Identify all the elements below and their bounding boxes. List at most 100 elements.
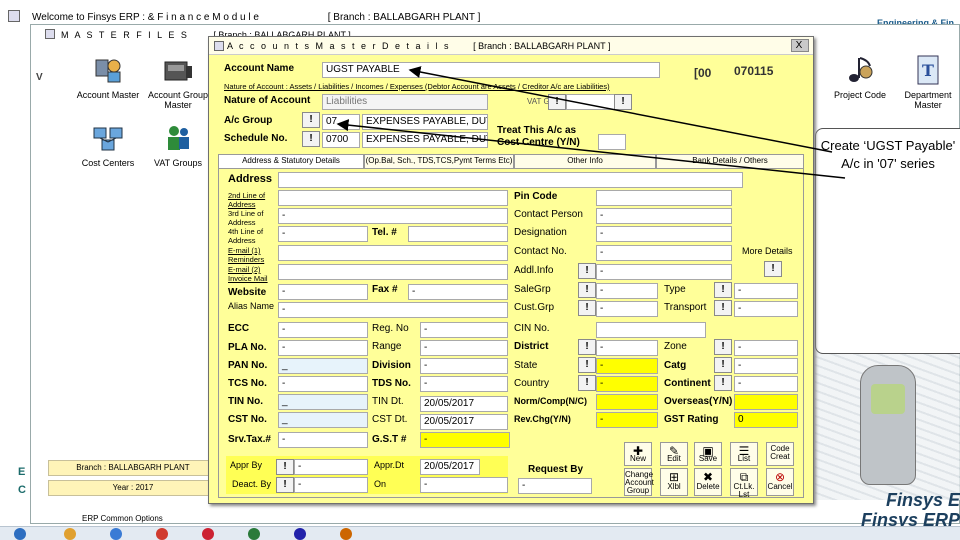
powerpoint-app-icon[interactable] [340,528,352,540]
pla-input[interactable]: - [278,340,368,356]
pin-code-input[interactable] [596,190,732,206]
folder-icon[interactable] [64,528,76,540]
ac-group-lookup[interactable]: ! [302,112,320,128]
new-button[interactable]: ✚ New [624,442,652,466]
type-lookup[interactable]: ! [714,282,732,298]
more-details-button[interactable]: ! [764,261,782,277]
division-input[interactable]: - [420,358,508,374]
tds-input[interactable]: - [420,376,508,392]
website-input[interactable]: - [278,284,368,300]
account-group-tile[interactable]: Account Group Master [138,54,218,110]
tcs-input[interactable]: - [278,376,368,392]
catg-input[interactable]: - [734,358,798,374]
overseas-input[interactable] [734,394,798,410]
norm-comp-input[interactable] [596,394,658,410]
cst-input[interactable]: _ [278,412,368,428]
save-button[interactable]: ▣ Save [694,442,722,466]
tin-dt-input[interactable]: 20/05/2017 [420,396,508,412]
reg-no-input[interactable]: - [420,322,508,338]
dialog-system-icon[interactable] [214,41,224,51]
close-icon[interactable]: X [791,39,809,52]
deact-by-lookup[interactable]: ! [276,477,294,493]
code-create-button[interactable]: Code Creat [766,442,794,466]
vat-grp-input[interactable] [566,94,616,110]
account-master-tile[interactable]: Account Master [68,54,148,100]
vat-groups-tile[interactable]: VAT Groups [138,122,218,168]
cst-dt-input[interactable]: 20/05/2017 [420,414,508,430]
account-name-input[interactable]: UGST PAYABLE [322,62,660,78]
schedule-code[interactable]: 0700 [322,132,360,148]
request-by-input[interactable]: - [518,478,592,494]
tab-bank-details[interactable]: Bank Details / Others [656,154,804,168]
tin-input[interactable]: _ [278,394,368,410]
rev-chg-input[interactable]: - [596,412,658,428]
address3-input[interactable]: - [278,208,508,224]
state-input[interactable]: - [596,358,658,374]
range-input[interactable]: - [420,340,508,356]
gst-rating-input[interactable]: 0 [734,412,798,428]
appr-by-input[interactable]: - [294,459,368,475]
cust-grp-input[interactable]: - [596,301,658,317]
erp-common-options-link[interactable]: ERP Common Options [82,514,163,523]
continent-lookup[interactable]: ! [714,375,732,391]
schedule-lookup[interactable]: ! [302,131,320,147]
on-input[interactable]: - [420,477,508,493]
email2-input[interactable] [278,264,508,280]
app-system-icon[interactable] [8,10,20,22]
contact-no-input[interactable]: - [596,245,732,261]
tab-opening-balance[interactable]: (Op.Bal, Sch., TDS,TCS,Pymt Terms Etc) [364,154,514,168]
schedule-name[interactable]: EXPENSES PAYABLE, DUTIES [362,132,488,148]
zone-lookup[interactable]: ! [714,339,732,355]
district-input[interactable]: - [596,340,658,356]
change-account-group-button[interactable]: Change Account Group [624,468,654,496]
cancel-button[interactable]: ⊗ Cancel [766,468,794,496]
delete-button[interactable]: ✖ Delete [694,468,722,496]
sale-grp-input[interactable]: - [596,283,658,299]
gst-input[interactable]: - [420,432,510,448]
country-input[interactable]: - [596,376,658,392]
department-master-tile[interactable]: T Department Master [898,52,958,110]
vat-grp-lookup-2[interactable]: ! [614,94,632,110]
treat-cost-centre-input[interactable] [598,134,626,150]
addl-info-input[interactable]: - [596,264,732,280]
address2-input[interactable] [278,190,508,206]
pan-input[interactable]: _ [278,358,368,374]
addl-info-lookup[interactable]: ! [578,263,596,279]
alias-input[interactable]: - [278,302,508,318]
ecc-input[interactable]: - [278,322,368,338]
edit-button[interactable]: ✎ Edit [660,442,688,466]
tab-other-info[interactable]: Other Info [514,154,656,168]
email1-input[interactable] [278,245,508,261]
vat-grp-lookup[interactable]: ! [548,94,566,110]
word-app-icon[interactable] [294,528,306,540]
designation-input[interactable]: - [596,226,732,242]
cin-input[interactable] [596,322,706,338]
contact-person-input[interactable]: - [596,208,732,224]
link-list-button[interactable]: ⧉ Ct.Lk. Lst [730,468,758,499]
district-lookup[interactable]: ! [578,339,596,355]
address4-input[interactable]: - [278,226,368,242]
chrome-icon[interactable] [156,528,168,540]
address-input[interactable] [278,172,743,188]
ac-group-name[interactable]: EXPENSES PAYABLE, DUTIES [362,114,488,130]
fax-input[interactable]: - [408,284,508,300]
transport-lookup[interactable]: ! [714,300,732,316]
srv-tax-input[interactable]: - [278,432,368,448]
master-files-system-icon[interactable] [45,29,55,39]
catg-lookup[interactable]: ! [714,357,732,373]
ac-group-code[interactable]: 07 [322,114,360,130]
nature-select[interactable]: Liabilities [322,94,488,110]
cost-centers-tile[interactable]: Cost Centers [68,122,148,168]
transport-input[interactable]: - [734,301,798,317]
project-code-tile[interactable]: Project Code [828,52,892,100]
appr-by-lookup[interactable]: ! [276,459,294,475]
browser-icon[interactable] [110,528,122,540]
cust-grp-lookup[interactable]: ! [578,300,596,316]
excel-button[interactable]: ⊞ Xlbl [660,468,688,496]
tab-address-statutory[interactable]: Address & Statutory Details [218,154,364,168]
sale-grp-lookup[interactable]: ! [578,282,596,298]
type-input[interactable]: - [734,283,798,299]
excel-app-icon[interactable] [248,528,260,540]
list-button[interactable]: ☰ List [730,442,758,466]
country-lookup[interactable]: ! [578,375,596,391]
